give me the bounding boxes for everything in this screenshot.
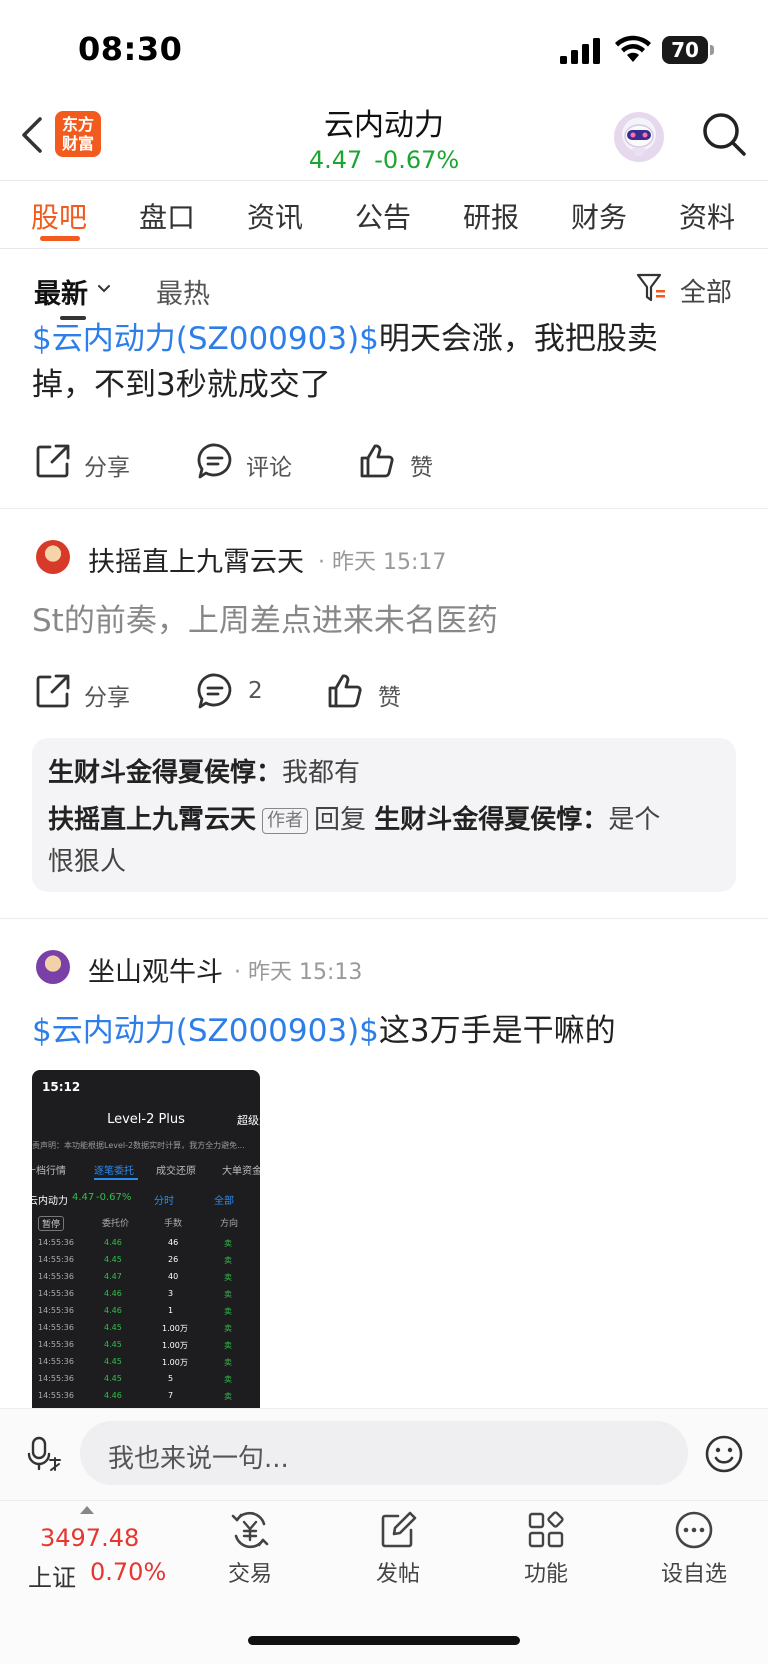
tab-pankou[interactable]: 盘口 <box>139 196 195 236</box>
post-time: · 昨天 15:17 <box>318 550 447 575</box>
tab-research[interactable]: 研报 <box>463 196 519 236</box>
wifi-icon <box>615 35 651 62</box>
post-content[interactable]: $云内动力(SZ000903)$这3万手是干嘛的 <box>32 1008 732 1054</box>
like-label[interactable]: 赞 <box>410 448 433 482</box>
share-icon[interactable] <box>34 442 72 480</box>
tabs-divider <box>0 248 768 249</box>
emoji-icon[interactable] <box>704 1434 744 1474</box>
more-circle-icon[interactable] <box>674 1510 714 1550</box>
share-label[interactable]: 分享 <box>84 448 130 482</box>
comment-count[interactable]: 2 <box>248 678 263 704</box>
voice-input-icon[interactable] <box>26 1436 62 1472</box>
compose-icon[interactable] <box>378 1510 418 1550</box>
assistant-avatar[interactable] <box>614 112 664 162</box>
stock-price: 4.47 <box>308 146 363 174</box>
cellular-signal-icon <box>560 38 600 64</box>
trade-icon[interactable] <box>230 1510 270 1550</box>
tab-finance[interactable]: 财务 <box>571 196 627 236</box>
post-separator <box>0 508 768 509</box>
apps-grid-icon[interactable] <box>526 1510 566 1550</box>
reply-item[interactable]: 扶摇直上九霄云天 作者 回复 生财斗金得夏侯惇：是个 恨狠人 <box>48 799 708 883</box>
sort-hot[interactable]: 最热 <box>156 272 210 311</box>
tab-profile[interactable]: 资料 <box>679 196 735 236</box>
filter-icon[interactable] <box>636 272 666 304</box>
like-icon[interactable] <box>326 672 364 710</box>
tab-news[interactable]: 资讯 <box>247 196 303 236</box>
sort-indicator <box>60 316 86 320</box>
comment-label[interactable]: 评论 <box>246 448 292 482</box>
reply-item[interactable]: 生财斗金得夏侯惇：我都有 <box>48 752 360 794</box>
filter-all[interactable]: 全部 <box>680 272 732 309</box>
user-avatar[interactable] <box>36 540 70 574</box>
comment-icon[interactable] <box>196 442 234 480</box>
robot-icon <box>624 124 654 156</box>
share-label[interactable]: 分享 <box>84 678 130 712</box>
like-icon[interactable] <box>358 442 396 480</box>
index-value[interactable]: 3497.48 <box>40 1524 139 1552</box>
index-change[interactable]: 0.70% <box>90 1558 166 1586</box>
active-tab-indicator <box>40 236 80 241</box>
sort-latest[interactable]: 最新 <box>34 272 88 311</box>
like-label[interactable]: 赞 <box>378 678 401 712</box>
stock-link[interactable]: $云内动力(SZ000903)$ <box>32 1013 379 1049</box>
comment-placeholder[interactable]: 我也来说一句... <box>108 1438 289 1475</box>
post-content[interactable]: $云内动力(SZ000903)$明天会涨，我把股卖 掉，不到3秒就成交了 <box>32 316 732 408</box>
header-divider <box>0 180 768 181</box>
username[interactable]: 坐山观牛斗 <box>88 950 223 989</box>
nav-trade[interactable]: 交易 <box>190 1556 310 1588</box>
post-image[interactable]: 15:12 Level-2 Plus 超级资 责声明：本功能根据Level-2数… <box>32 1070 260 1408</box>
tab-guba[interactable]: 股吧 <box>31 196 87 236</box>
home-indicator <box>248 1636 520 1645</box>
chevron-down-icon[interactable] <box>96 282 112 296</box>
expand-up-icon[interactable] <box>80 1506 94 1514</box>
search-icon[interactable] <box>700 110 748 158</box>
stock-link[interactable]: $云内动力(SZ000903)$ <box>32 321 379 357</box>
user-avatar[interactable] <box>36 950 70 984</box>
stock-change: -0.67% <box>374 146 460 174</box>
comment-icon[interactable] <box>196 672 234 710</box>
post-separator <box>0 918 768 919</box>
post-content[interactable]: St的前奏，上周差点进来未名医药 <box>32 598 732 644</box>
index-name[interactable]: 上证 <box>28 1558 76 1593</box>
battery-icon: 70 <box>662 36 714 64</box>
nav-functions[interactable]: 功能 <box>486 1556 606 1588</box>
username[interactable]: 扶摇直上九霄云天 <box>88 540 304 579</box>
battery-level: 70 <box>662 36 708 64</box>
tab-announcements[interactable]: 公告 <box>355 196 411 236</box>
share-icon[interactable] <box>34 672 72 710</box>
status-time: 08:30 <box>78 30 183 68</box>
post-time: · 昨天 15:13 <box>234 960 363 985</box>
author-badge: 作者 <box>262 807 309 834</box>
nav-post[interactable]: 发帖 <box>338 1556 458 1588</box>
nav-add-watchlist[interactable]: 设自选 <box>634 1556 754 1588</box>
